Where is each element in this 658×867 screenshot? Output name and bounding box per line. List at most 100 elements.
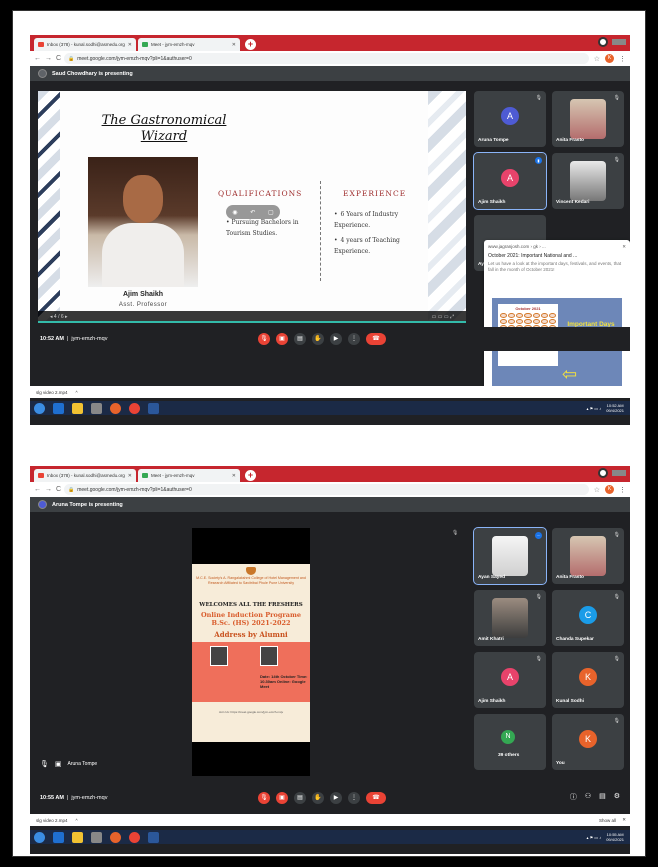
captions-icon[interactable]: ▤ [294, 333, 306, 345]
activities-icon[interactable]: ⚙ [614, 792, 620, 802]
record-icon[interactable] [598, 37, 608, 47]
star-icon[interactable]: ☆ [594, 55, 600, 63]
captions-icon[interactable]: ▤ [294, 792, 306, 804]
participant-avatar: A [501, 169, 519, 187]
forward-icon[interactable]: → [45, 55, 52, 62]
undo-icon[interactable]: ↶ [250, 209, 255, 216]
close-icon[interactable]: ✕ [128, 42, 132, 48]
participant-tile[interactable]: 🎙 Vincent Kedari [552, 153, 624, 209]
chevron-up-icon[interactable]: ^ [76, 818, 78, 823]
download-file[interactable]: slg video 2.mp4 [36, 390, 68, 395]
participant-tile[interactable]: 🎙 Anita Frasto [552, 91, 624, 147]
tab-gmail[interactable]: Inbox (378) - kunal.sodhi@asmedu.org ✕ [34, 469, 136, 482]
present-icon[interactable]: ▶ [330, 333, 342, 345]
firefox-icon[interactable] [110, 402, 121, 414]
close-icon[interactable]: ✕ [622, 244, 626, 250]
raise-hand-icon[interactable]: ✋ [312, 792, 324, 804]
camera-toggle-icon[interactable]: ▣ [276, 333, 288, 345]
start-icon[interactable] [34, 831, 45, 843]
close-icon[interactable]: ✕ [622, 817, 626, 823]
participant-tile[interactable]: 🎙 A Aruna Tompe [474, 91, 546, 147]
chrome-icon[interactable] [129, 402, 140, 414]
mic-toggle-icon[interactable]: 🎙 [258, 792, 270, 804]
mic-off-icon: 🎙 [535, 95, 542, 101]
more-options-icon[interactable]: ⋮ [348, 792, 360, 804]
ie-icon[interactable] [53, 402, 64, 414]
chrome-icon[interactable] [129, 831, 140, 843]
forward-icon[interactable]: → [45, 486, 52, 493]
pointer-icon[interactable]: ◉ [232, 209, 237, 216]
new-tab-button[interactable]: + [245, 39, 256, 50]
participant-tile[interactable]: 🎙 A Ajim Shaikh [474, 652, 546, 708]
slide-nav[interactable]: ◂ 4 / 6 ▸ [50, 314, 68, 320]
slide-decoration-right [428, 91, 466, 323]
participant-tile[interactable]: 🎙 K Kunal Sodhi [552, 652, 624, 708]
word-icon[interactable] [148, 402, 159, 414]
star-icon[interactable]: ☆ [594, 486, 600, 494]
folder-icon[interactable] [72, 831, 83, 843]
close-icon[interactable]: ✕ [232, 473, 236, 479]
info-icon[interactable]: ⓘ [570, 792, 577, 802]
slide-divider [320, 181, 321, 281]
participant-tile[interactable]: 🎙 Amit Khatri [474, 590, 546, 646]
participant-tile[interactable]: N 39 others [474, 714, 546, 770]
slide-tools-overlay[interactable]: ◉ ↶ ▢ [226, 205, 280, 219]
download-file[interactable]: slg video 2.mp4 [36, 818, 68, 823]
participant-name: 39 others [498, 753, 520, 758]
show-all-link[interactable]: Show all [599, 818, 616, 823]
start-icon[interactable] [34, 402, 45, 414]
tab-label: Meet - jym-emzh-mqv [151, 42, 195, 47]
download-bar: slg video 2.mp4 ^ Show all ✕ [30, 814, 630, 826]
folder-icon[interactable] [72, 402, 83, 414]
mic-toggle-icon[interactable]: 🎙 [258, 333, 270, 345]
reload-icon[interactable]: C [56, 55, 61, 62]
reload-icon[interactable]: C [56, 486, 61, 493]
participant-tile[interactable]: 🎙 Anita Frasto [552, 528, 624, 584]
back-icon[interactable]: ← [34, 486, 41, 493]
people-icon[interactable]: ⚇ [585, 792, 591, 802]
close-icon[interactable]: ✕ [128, 473, 132, 479]
profile-avatar[interactable]: K [605, 54, 614, 63]
minimize-icon[interactable] [612, 39, 626, 45]
word-icon[interactable] [148, 831, 159, 843]
record-icon[interactable] [598, 468, 608, 478]
menu-icon[interactable]: ⋮ [619, 486, 626, 494]
firefox-icon[interactable] [110, 831, 121, 843]
participant-tile[interactable]: ⋯ Ayan Sayed [473, 527, 547, 585]
new-tab-button[interactable]: + [245, 470, 256, 481]
tab-meet[interactable]: Meet - jym-emzh-mqv ✕ [138, 38, 240, 51]
participant-tile[interactable]: 🎙 K You [552, 714, 624, 770]
url-field[interactable]: 🔒 meet.google.com/jym-emzh-mqv?pli=1&aut… [64, 484, 589, 495]
poster-institution: M.C.E. Society's A. Rangalakshmi College… [196, 576, 306, 585]
present-icon[interactable]: ▶ [330, 792, 342, 804]
media-icon[interactable] [91, 831, 102, 843]
back-icon[interactable]: ← [34, 55, 41, 62]
chevron-up-icon[interactable]: ^ [76, 390, 78, 395]
participant-avatar: A [501, 668, 519, 686]
search-result-popup[interactable]: www.jagranjosh.com › gk › ... ✕ October … [484, 240, 630, 395]
minimize-icon[interactable] [612, 470, 626, 476]
media-icon[interactable] [91, 402, 102, 414]
pin-icon[interactable]: 🎙 [452, 530, 458, 536]
screenshot-2: Inbox (378) - kunal.sodhi@asmedu.org ✕ M… [30, 466, 630, 854]
chat-icon[interactable]: ▤ [599, 792, 606, 802]
leave-call-icon[interactable]: ☎ [366, 333, 386, 345]
leave-call-icon[interactable]: ☎ [366, 792, 386, 804]
tab-meet[interactable]: Meet - jym-emzh-mqv ✕ [138, 469, 240, 482]
url-field[interactable]: 🔒 meet.google.com/jym-emzh-mqv?pli=1&aut… [64, 53, 589, 64]
participant-tile[interactable]: 🎙 C Chanda Supekar [552, 590, 624, 646]
more-options-icon[interactable]: ⋮ [348, 333, 360, 345]
more-icon[interactable]: ▢ [268, 209, 274, 216]
profile-avatar[interactable]: K [605, 485, 614, 494]
slide-tools[interactable]: ▭ ▭ ▭ ⤢ [432, 314, 454, 320]
tab-label: Meet - jym-emzh-mqv [151, 473, 195, 478]
close-icon[interactable]: ✕ [232, 42, 236, 48]
popup-source: www.jagranjosh.com › gk › ... [488, 244, 546, 249]
raise-hand-icon[interactable]: ✋ [312, 333, 324, 345]
menu-icon[interactable]: ⋮ [619, 55, 626, 63]
tab-gmail[interactable]: Inbox (378) - kunal.sodhi@asmedu.org ✕ [34, 38, 136, 51]
ie-icon[interactable] [53, 831, 64, 843]
participant-tile[interactable]: ▮ A Ajim Shaikh [473, 152, 547, 210]
participant-name: Anita Frasto [556, 575, 584, 580]
camera-toggle-icon[interactable]: ▣ [276, 792, 288, 804]
